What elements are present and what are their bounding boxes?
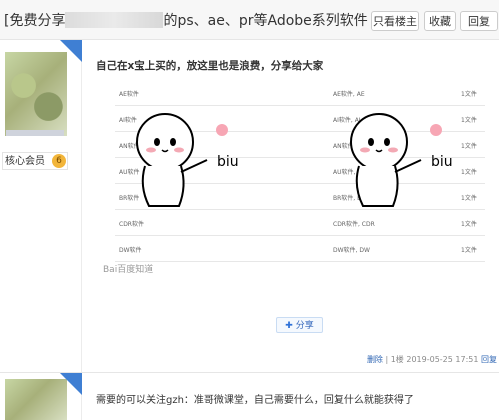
table-cell: CDR软件, CDR xyxy=(333,221,375,228)
reply-link[interactable]: 回复 xyxy=(481,355,497,364)
share-button[interactable]: ✚ 分享 xyxy=(276,317,323,333)
biu-sticker-icon-2: biu xyxy=(350,113,453,207)
post-title: 自己在x宝上买的，放这里也是浪费，分享给大家 xyxy=(96,60,324,72)
author-panel: 核心会员 6 xyxy=(0,40,82,420)
table-cell: DW软件 xyxy=(119,247,142,254)
post-time: 2019-05-25 17:51 xyxy=(406,355,479,364)
table-cell: AE软件 xyxy=(119,91,139,98)
favorite-button[interactable]: 收藏 xyxy=(424,11,456,31)
level-medal-icon: 6 xyxy=(52,154,66,168)
blurred-text xyxy=(65,12,164,28)
svg-text:biu: biu xyxy=(217,154,239,170)
avatar[interactable] xyxy=(5,52,67,136)
floor-number: 1楼 xyxy=(390,355,404,364)
divider xyxy=(0,372,499,373)
avatar[interactable] xyxy=(5,379,67,420)
thread-header: [免费分享 的ps、ae、pr等Adobe系列软件 只看楼主 收藏 回复 xyxy=(0,0,499,40)
table-cell: DW软件, DW xyxy=(333,247,370,254)
svg-text:biu: biu xyxy=(431,154,453,170)
table-cell: AE软件, AE xyxy=(333,91,365,98)
reply-text: 需要的可以关注gzh：准哥微课堂，自己需要什么，回复什么就能获得了 xyxy=(96,395,414,406)
table-cell: 1文件 xyxy=(461,247,477,254)
thread-title: [免费分享 的ps、ae、pr等Adobe系列软件 xyxy=(4,12,368,29)
table-cell: 1文件 xyxy=(461,221,477,228)
only-op-button[interactable]: 只看楼主 xyxy=(371,11,419,31)
watermark: Bai百度知道 xyxy=(103,265,154,275)
username-blurred[interactable] xyxy=(6,130,64,136)
delete-link[interactable]: 删除 xyxy=(367,355,383,364)
plus-icon: ✚ xyxy=(285,321,293,331)
table-row: DW软件 DW软件, DW 1文件 xyxy=(115,236,485,262)
post-meta: 删除 | 1楼 2019-05-25 17:51 回复 xyxy=(366,355,497,364)
table-cell: CDR软件 xyxy=(119,221,144,228)
reply-button[interactable]: 回复 xyxy=(460,11,498,31)
table-cell: 1文件 xyxy=(461,91,477,98)
table-row: AE软件 AE软件, AE 1文件 xyxy=(115,80,485,106)
biu-sticker-icon: biu xyxy=(136,113,239,207)
